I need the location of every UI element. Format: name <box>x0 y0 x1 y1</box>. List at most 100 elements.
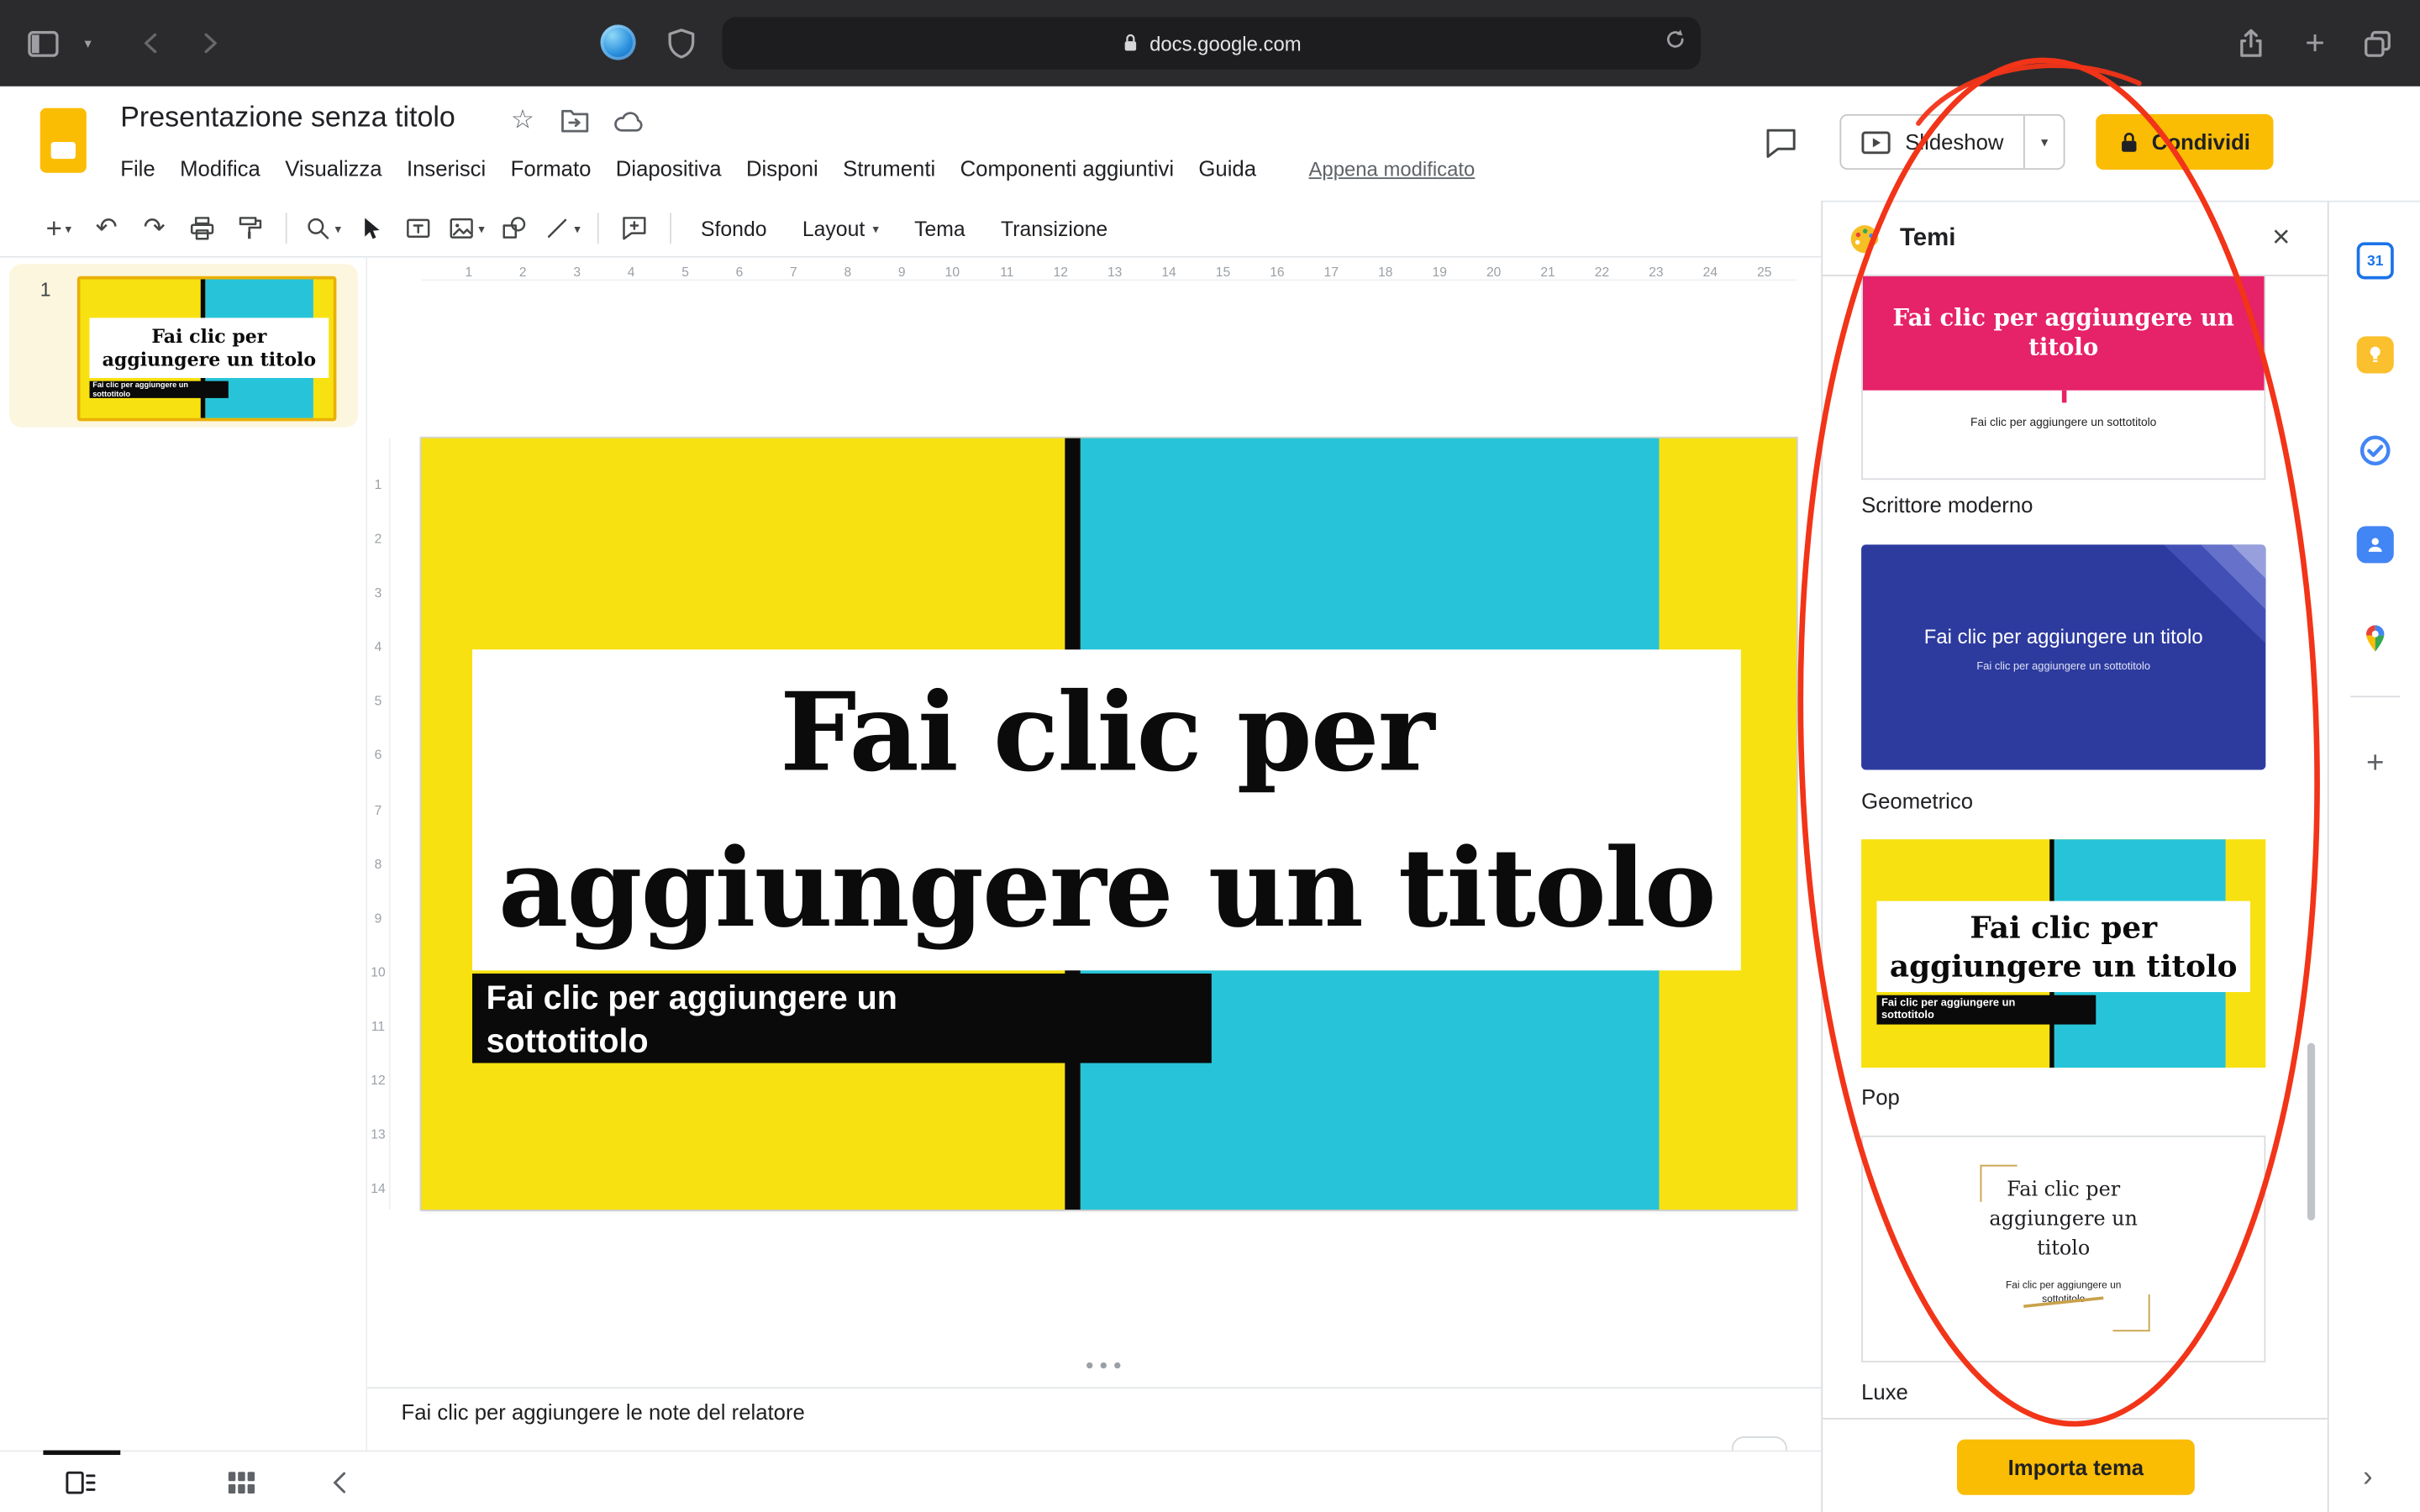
theme-card-geometrico[interactable]: Fai clic per aggiungere un titolo Fai cl… <box>1861 544 2265 769</box>
slide-subtitle-placeholder[interactable]: Fai clic per aggiungere un sottotitolo <box>472 974 1212 1063</box>
sidebar-chevron-icon[interactable]: ▾ <box>77 34 99 52</box>
maps-icon[interactable] <box>2357 620 2394 657</box>
slide-pager-dots[interactable] <box>1086 1362 1120 1368</box>
forward-icon[interactable] <box>188 22 231 65</box>
ruler-mark: 6 <box>692 264 746 279</box>
menu-modifica[interactable]: Modifica <box>167 150 272 186</box>
filmstrip-panel: 1 Fai clic per aggiungere un titolo Fai … <box>0 258 367 1451</box>
menu-file[interactable]: File <box>108 150 168 186</box>
add-comment-icon[interactable] <box>613 207 655 249</box>
sidebar-toggle-icon[interactable] <box>22 24 65 61</box>
ruler-mark: 8 <box>800 264 854 279</box>
ruler-mark: 3 <box>367 585 389 601</box>
slide-row-selected[interactable]: 1 Fai clic per aggiungere un titolo Fai … <box>9 264 358 428</box>
slides-logo[interactable] <box>40 108 87 173</box>
menu-componenti-aggiuntivi[interactable]: Componenti aggiuntivi <box>948 150 1186 186</box>
extension-icon[interactable] <box>600 24 635 60</box>
import-theme-button[interactable]: Importa tema <box>1957 1439 2195 1494</box>
filmstrip-view-icon[interactable] <box>55 1464 105 1501</box>
layout-button[interactable]: Layout▾ <box>786 209 894 248</box>
add-addon-icon[interactable]: + <box>2357 745 2394 782</box>
move-folder-icon[interactable] <box>560 108 590 133</box>
document-title[interactable]: Presentazione senza titolo <box>120 100 455 134</box>
select-tool-icon[interactable] <box>349 207 392 249</box>
notes-divider[interactable] <box>367 1387 1821 1389</box>
collapse-filmstrip-icon[interactable] <box>315 1464 365 1501</box>
last-edit-link[interactable]: Appena modificato <box>1308 156 1475 180</box>
redo-icon[interactable]: ↷ <box>133 207 176 249</box>
theme-luxe-title-line: Fai clic per <box>2007 1176 2120 1205</box>
active-view-indicator <box>43 1451 120 1456</box>
calendar-icon[interactable]: 31 <box>2357 242 2394 279</box>
slide-canvas[interactable]: Fai clic per aggiungere un titolo Fai cl… <box>421 438 1797 1210</box>
rail-divider <box>2350 696 2400 697</box>
themes-footer: Importa tema <box>1823 1418 2328 1512</box>
menu-guida[interactable]: Guida <box>1186 150 1269 186</box>
text-box-icon[interactable] <box>397 207 439 249</box>
address-bar[interactable]: docs.google.com <box>723 17 1701 69</box>
ruler-mark: 25 <box>1721 264 1775 279</box>
grid-view-icon[interactable] <box>216 1464 266 1501</box>
thumb-subtitle-box: Fai clic per aggiungere un sottotitolo <box>90 381 229 398</box>
speaker-notes[interactable]: Fai clic per aggiungere le note del rela… <box>402 1399 805 1424</box>
tab-overview-icon[interactable] <box>2355 22 2398 65</box>
contacts-icon[interactable] <box>2357 526 2394 563</box>
slide-title-placeholder[interactable]: Fai clic per aggiungere un titolo <box>472 649 1741 970</box>
menu-strumenti[interactable]: Strumenti <box>830 150 947 186</box>
new-tab-icon[interactable]: + <box>2293 22 2336 65</box>
theme-button[interactable]: Tema <box>899 209 981 248</box>
theme-pop-title-line: aggiungere un titolo <box>1890 947 2238 985</box>
ruler-mark: 5 <box>367 693 389 708</box>
paint-format-icon[interactable] <box>229 207 271 249</box>
menu-formato[interactable]: Formato <box>498 150 603 186</box>
theme-card-luxe[interactable]: Fai clic per aggiungere un titolo Fai cl… <box>1861 1136 2265 1362</box>
shape-tool-icon[interactable] <box>492 207 535 249</box>
theme-card-pop[interactable]: Fai clic per aggiungere un titolo Fai cl… <box>1861 839 2265 1068</box>
scrollbar[interactable] <box>2307 1043 2315 1221</box>
print-icon[interactable] <box>181 207 224 249</box>
ruler-mark: 12 <box>367 1072 389 1087</box>
back-icon[interactable] <box>129 22 172 65</box>
present-icon <box>1862 130 1891 154</box>
share-page-icon[interactable] <box>2228 22 2271 65</box>
theme-luxe-title-line: titolo <box>2037 1234 2090 1263</box>
menu-inserisci[interactable]: Inserisci <box>394 150 498 186</box>
ruler-mark: 22 <box>1558 264 1612 279</box>
theme-pop-title-box: Fai clic per aggiungere un titolo <box>1876 901 2249 992</box>
line-tool[interactable]: ▾ <box>540 207 583 249</box>
comment-icon[interactable] <box>1754 114 1809 170</box>
shield-icon[interactable] <box>660 24 701 64</box>
toolbar-separator <box>670 213 671 244</box>
close-icon[interactable]: × <box>2260 217 2302 260</box>
star-icon[interactable]: ☆ <box>511 105 534 136</box>
zoom-tool[interactable]: ▾ <box>301 207 344 249</box>
reload-icon[interactable] <box>1664 28 1687 51</box>
menu-disponi[interactable]: Disponi <box>734 150 830 186</box>
ruler-mark: 7 <box>367 801 389 816</box>
ruler-mark: 17 <box>1287 264 1341 279</box>
layout-label: Layout <box>802 217 865 240</box>
theme-card-scrittore-moderno[interactable]: Fai clic per aggiungere un titolo Fai cl… <box>1861 276 2265 480</box>
menu-diapositiva[interactable]: Diapositiva <box>603 150 734 186</box>
insert-image-tool[interactable]: ▾ <box>445 207 487 249</box>
transition-button[interactable]: Transizione <box>986 209 1123 248</box>
ruler-mark: 13 <box>1071 264 1125 279</box>
slide-subtitle-line: sottotitolo <box>487 1020 1212 1063</box>
theme-mw-title-line: titolo <box>2028 333 2098 363</box>
add-slide-button[interactable]: +▾ <box>37 207 80 249</box>
share-button[interactable]: Condividi <box>2096 114 2274 170</box>
menu-visualizza[interactable]: Visualizza <box>273 150 395 186</box>
slideshow-button[interactable]: Slideshow ▾ <box>1840 114 2065 170</box>
background-button[interactable]: Sfondo <box>686 209 782 248</box>
undo-icon[interactable]: ↶ <box>85 207 128 249</box>
ruler-mark: 1 <box>367 477 389 492</box>
expand-rail-icon[interactable]: › <box>2363 1461 2373 1494</box>
theme-luxe-subtitle-line: Fai clic per aggiungere un <box>2006 1279 2121 1294</box>
tasks-icon[interactable] <box>2357 432 2394 469</box>
slide-thumbnail[interactable]: Fai clic per aggiungere un titolo Fai cl… <box>77 276 337 422</box>
share-label: Condividi <box>2152 129 2250 154</box>
thumb-title-box: Fai clic per aggiungere un titolo <box>90 318 329 378</box>
cloud-status-icon[interactable] <box>613 108 645 133</box>
slideshow-dropdown-icon[interactable]: ▾ <box>2023 116 2064 168</box>
keep-icon[interactable] <box>2357 336 2394 373</box>
